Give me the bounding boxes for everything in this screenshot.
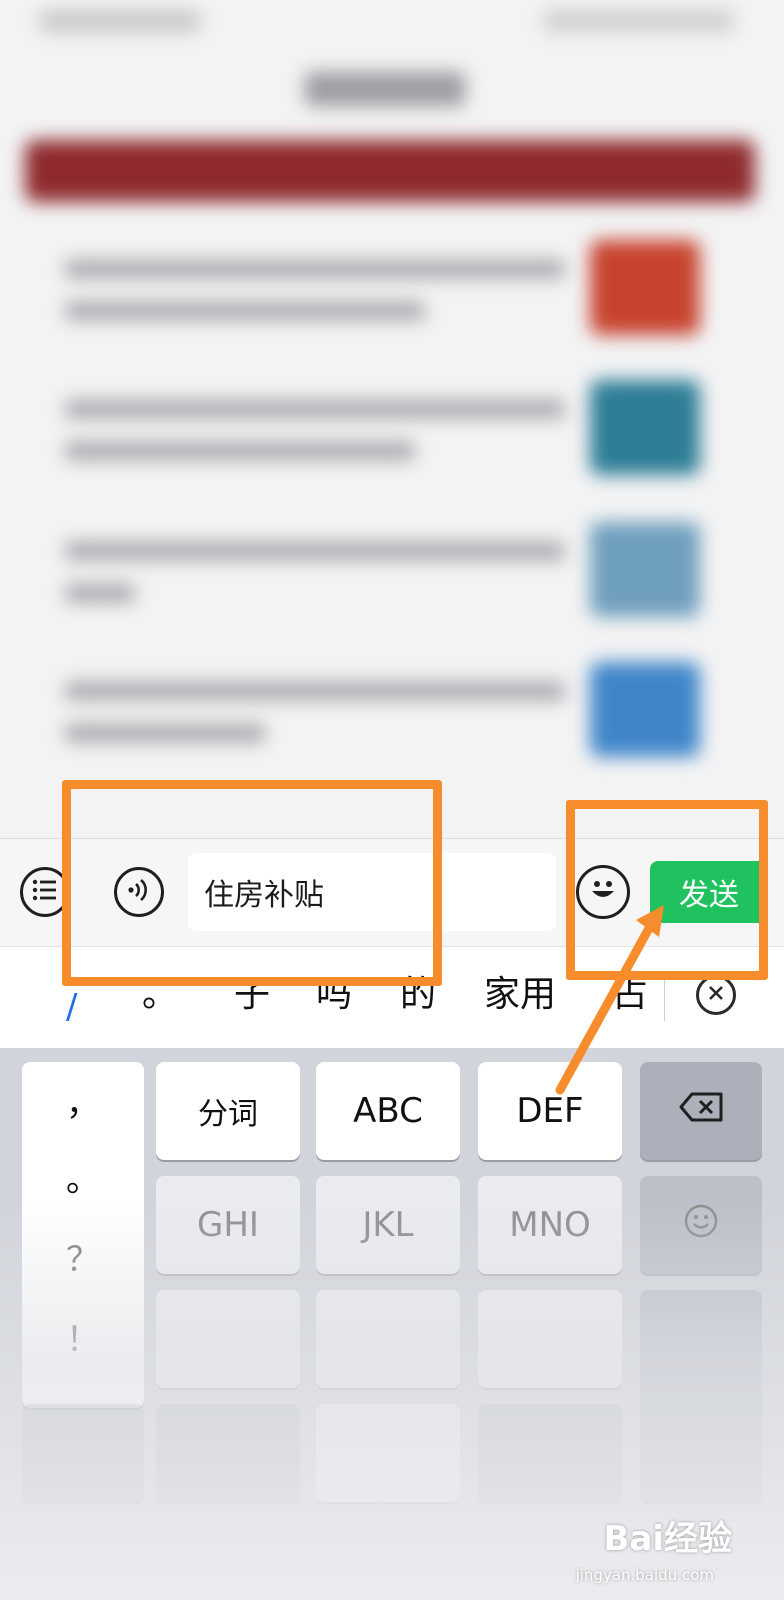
annotation-arrow: [555, 905, 664, 1095]
baidu-logo: Bai经验: [603, 1519, 732, 1559]
watermark-url: jingyan.baidu.com: [575, 1566, 714, 1584]
